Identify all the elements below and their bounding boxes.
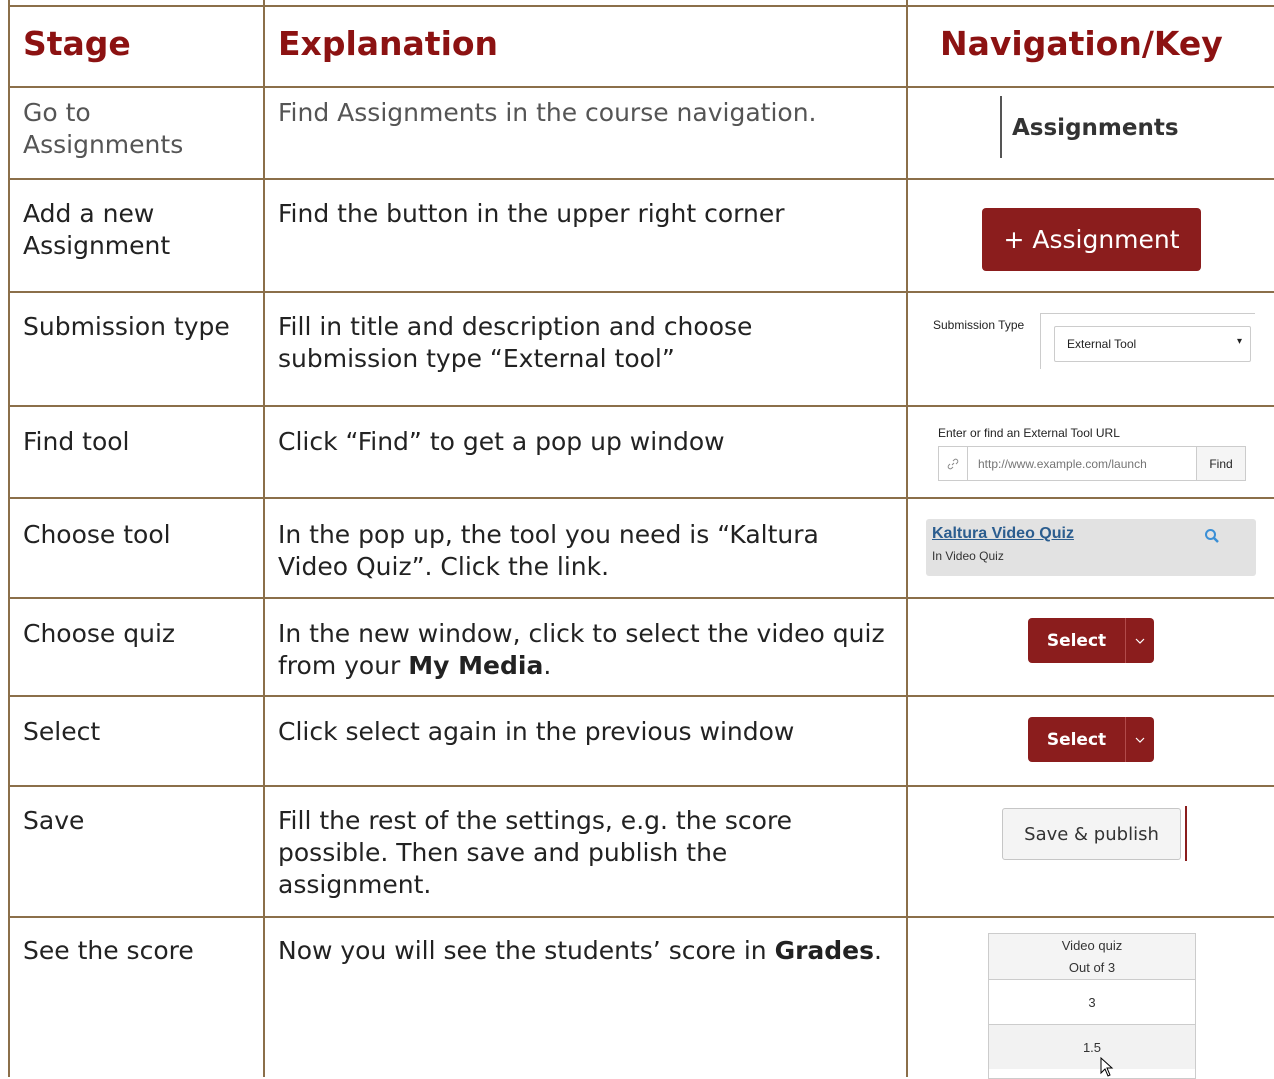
select-button[interactable]: Select [1028, 717, 1125, 762]
chevron-down-icon[interactable] [1125, 717, 1154, 762]
explanation-period: . [543, 651, 552, 680]
table-row-divider [8, 497, 1274, 499]
mouse-cursor-icon [1100, 1057, 1114, 1077]
submission-type-label: Submission Type [933, 318, 1025, 332]
header-navigation: Navigation/Key [940, 24, 1223, 63]
tool-url-label: Enter or find an External Tool URL [938, 426, 1120, 440]
kaltura-tool-link[interactable]: Kaltura Video Quiz [932, 525, 1074, 543]
submission-panel-edge [1040, 313, 1255, 314]
table-row-divider [8, 785, 1274, 787]
submission-panel-edge [1040, 313, 1041, 369]
stage-submission-type: Submission type [23, 312, 230, 341]
button-edge [1185, 806, 1187, 861]
explanation-find-tool: Click “Find” to get a pop up window [278, 427, 725, 456]
stage-see-score: See the score [23, 936, 194, 965]
stage-select: Select [23, 717, 101, 746]
table-row-divider [8, 405, 1274, 407]
header-explanation: Explanation [278, 24, 499, 63]
link-icon [939, 447, 968, 480]
table-row-divider [8, 178, 1274, 180]
grades-column-title: Video quiz [1061, 937, 1123, 953]
kaltura-tool-item[interactable]: Kaltura Video Quiz In Video Quiz [926, 519, 1256, 576]
table-row-divider [8, 916, 1274, 918]
chevron-down-icon: ▾ [1236, 336, 1242, 347]
explanation-submission-type: Fill in title and description and choose… [278, 312, 753, 373]
grade-cell[interactable]: 3 [989, 979, 1195, 1024]
submission-type-select[interactable]: External Tool ▾ [1054, 326, 1251, 362]
table-col-divider [263, 0, 265, 1077]
table-border-top [8, 5, 1274, 7]
tool-url-input[interactable] [968, 447, 1196, 480]
chevron-down-icon[interactable] [1125, 618, 1154, 663]
stage-add-assignment: Add a new Assignment [23, 199, 171, 260]
stage-choose-quiz: Choose quiz [23, 619, 176, 648]
table-row-divider [8, 597, 1274, 599]
select-split-button[interactable]: Select [1028, 618, 1154, 663]
stage-find-tool: Find tool [23, 427, 130, 456]
explanation-save: Fill the rest of the settings, e.g. the … [278, 806, 793, 899]
add-assignment-button[interactable]: + Assignment [982, 208, 1201, 271]
table-row-divider [8, 291, 1274, 293]
explanation-see-score: Now you will see the students’ score in … [278, 935, 888, 967]
grade-cell[interactable]: 1.5 [989, 1024, 1195, 1069]
save-publish-button[interactable]: Save & publish [1002, 808, 1181, 860]
explanation-text: Now you will see the students’ score in [278, 936, 775, 965]
stage-go-to-assignments: Go to Assignments [23, 98, 184, 159]
explanation-select: Click select again in the previous windo… [278, 717, 795, 746]
grades-column-points: Out of 3 [1068, 959, 1116, 975]
explanation-text: In the new window, click to select the v… [278, 619, 885, 680]
find-button[interactable]: Find [1196, 447, 1245, 480]
explanation-add-assignment: Find the button in the upper right corne… [278, 199, 785, 228]
kaltura-tool-subtitle: In Video Quiz [932, 549, 1004, 563]
search-icon[interactable] [1204, 528, 1220, 544]
table-col-divider [906, 0, 908, 1077]
stage-save: Save [23, 806, 85, 835]
header-stage: Stage [23, 24, 131, 63]
explanation-choose-tool: In the pop up, the tool you need is “Kal… [278, 520, 819, 581]
grades-header: Video quiz Out of 3 [989, 934, 1195, 979]
table-row-divider [8, 86, 1274, 88]
select-button[interactable]: Select [1028, 618, 1125, 663]
explanation-choose-quiz: In the new window, click to select the v… [278, 618, 888, 682]
assignments-nav-link[interactable]: Assignments [1012, 115, 1179, 141]
explanation-go-to-assignments: Find Assignments in the course navigatio… [278, 98, 817, 127]
table-row-divider [8, 695, 1274, 697]
nav-border-line [1000, 96, 1002, 158]
table-border-left [8, 0, 10, 1077]
grades-column: Video quiz Out of 3 3 1.5 [988, 933, 1196, 1079]
stage-choose-tool: Choose tool [23, 520, 171, 549]
explanation-period: . [874, 936, 882, 965]
submission-type-value: External Tool [1067, 337, 1137, 351]
grades-text: Grades [774, 936, 875, 965]
select-split-button[interactable]: Select [1028, 717, 1154, 762]
my-media-text: My Media [408, 651, 544, 680]
tool-url-field[interactable]: Find [938, 446, 1246, 481]
